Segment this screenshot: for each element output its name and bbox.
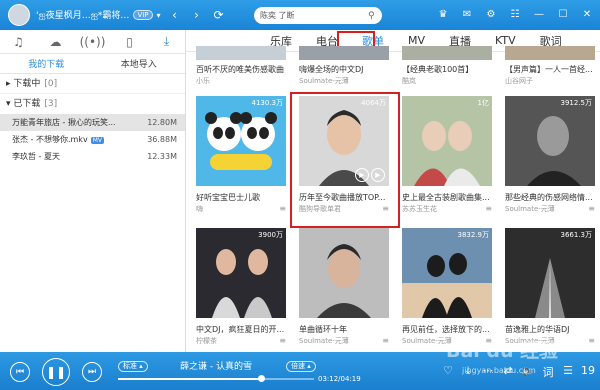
- playlist-cover: [505, 46, 595, 60]
- play-count: 3900万: [258, 231, 283, 239]
- play-count: 3912.5万: [560, 99, 593, 107]
- back-arrow-icon[interactable]: ‹: [167, 7, 183, 23]
- playlist-cover: [402, 46, 492, 60]
- maximize-icon[interactable]: ☐: [554, 7, 572, 23]
- progress-bar[interactable]: [118, 375, 314, 382]
- group-downloaded[interactable]: ▾ 已下载 [3]: [0, 94, 185, 114]
- playlist-cover: [299, 228, 389, 318]
- progress-handle[interactable]: [258, 375, 266, 382]
- playlist-cover: [299, 46, 389, 60]
- theme-icon[interactable]: ♛: [434, 7, 452, 23]
- playlist-cover: [505, 228, 595, 318]
- search-input[interactable]: 陈奕 了断: [260, 10, 368, 21]
- playlist-cover: [196, 228, 286, 318]
- lyrics-icon[interactable]: 词: [540, 364, 556, 380]
- window-controls: ♛ ✉ ⚙ ☷ — ☐ ✕: [428, 7, 596, 23]
- man-portrait-art: [299, 228, 389, 318]
- skin-icon[interactable]: ☷: [506, 7, 524, 23]
- play-count: 1亿: [477, 99, 489, 107]
- menu-icon[interactable]: ≡: [279, 204, 286, 213]
- cloud-icon[interactable]: ☁: [37, 35, 74, 49]
- couple-silhouette-art: [402, 228, 492, 318]
- username[interactable]: 'ஐ夜星枫月…ஐ*霸将…: [36, 8, 129, 22]
- heart-icon[interactable]: ♡: [440, 364, 456, 380]
- card-highlight-box: [290, 92, 400, 228]
- radio-icon[interactable]: ((•)): [74, 35, 111, 49]
- watermark-url: jingyan.baidu.com: [462, 366, 536, 375]
- tab-my-downloads[interactable]: 我的下载: [0, 57, 93, 70]
- chevron-down-icon[interactable]: ▾: [157, 11, 161, 20]
- play-count: 3832.9万: [457, 231, 490, 239]
- next-icon[interactable]: ⏭: [82, 362, 102, 382]
- list-item[interactable]: 张杰 - 不想够你.mkv MV 36.88M: [0, 131, 185, 148]
- time-display: 03:12/04:19: [318, 375, 361, 383]
- playlist-cover: [402, 228, 492, 318]
- download-icon[interactable]: ⤓: [148, 34, 185, 49]
- play-count: 4130.3万: [251, 99, 284, 107]
- menu-icon[interactable]: ≡: [279, 336, 286, 345]
- vip-badge: VIP: [133, 10, 153, 20]
- dj-cover-art: [196, 228, 286, 318]
- pause-icon[interactable]: ❚❚: [42, 358, 70, 386]
- download-subtabs: 我的下载 本地导入: [0, 54, 185, 74]
- music-icon[interactable]: ♫: [0, 35, 37, 49]
- list-item[interactable]: 万能青年旅店 - 揪心的玩笑... 12.80M: [0, 114, 185, 131]
- sad-portrait-art: [505, 96, 595, 186]
- playlist-cover: [196, 96, 286, 186]
- gear-icon[interactable]: ⚙: [482, 7, 500, 23]
- song-title[interactable]: 薛之谦 - 认真的雪: [180, 359, 252, 372]
- prev-icon[interactable]: ⏮: [10, 362, 30, 382]
- panda-cover-art: [196, 96, 286, 186]
- main-content: 乐库 电台 歌单 MV 直播 KTV 歌词 百听不厌的唯美伤感歌曲 小乐 嗨爆全…: [186, 30, 600, 352]
- message-icon[interactable]: ✉: [458, 7, 476, 23]
- mv-badge: MV: [90, 137, 104, 144]
- costume-drama-art: [402, 96, 492, 186]
- group-downloading[interactable]: ▸ 下载中 [0]: [0, 74, 185, 94]
- device-icon[interactable]: ▯: [111, 35, 148, 49]
- playlist-cover: [505, 96, 595, 186]
- forward-arrow-icon[interactable]: ›: [189, 7, 205, 23]
- watermark-logo: Bai du 经验: [446, 340, 559, 362]
- playlist-icon[interactable]: ☰: [560, 364, 576, 380]
- user-avatar[interactable]: [8, 4, 30, 26]
- refresh-icon[interactable]: ⟳: [211, 7, 227, 23]
- search-icon[interactable]: ⚲: [368, 11, 382, 21]
- left-panel: ♫ ☁ ((•)) ▯ ⤓ 我的下载 本地导入 ▸ 下载中 [0] ▾ 已下载 [3…: [0, 30, 186, 352]
- close-icon[interactable]: ✕: [578, 7, 596, 23]
- menu-icon[interactable]: ≡: [485, 204, 492, 213]
- search-box[interactable]: 陈奕 了断 ⚲: [254, 7, 382, 24]
- tab-local-import[interactable]: 本地导入: [93, 57, 186, 70]
- playlist-cover: [402, 96, 492, 186]
- play-count: 3661.3万: [560, 231, 593, 239]
- menu-icon[interactable]: ≡: [588, 336, 595, 345]
- left-tabs: ♫ ☁ ((•)) ▯ ⤓: [0, 30, 185, 54]
- progress-fill: [118, 378, 262, 380]
- speed-button[interactable]: 倍速 ▴: [286, 361, 316, 372]
- queue-count[interactable]: 19: [580, 364, 596, 380]
- road-cover-art: [505, 228, 595, 318]
- menu-icon[interactable]: ≡: [382, 336, 389, 345]
- sound-mode-button[interactable]: 标准 ▴: [118, 361, 148, 372]
- list-item[interactable]: 李玖哲 - 夏天 12.33M: [0, 148, 185, 165]
- playlist-cover: [196, 46, 286, 60]
- menu-icon[interactable]: ≡: [588, 204, 595, 213]
- minimize-icon[interactable]: —: [530, 7, 548, 23]
